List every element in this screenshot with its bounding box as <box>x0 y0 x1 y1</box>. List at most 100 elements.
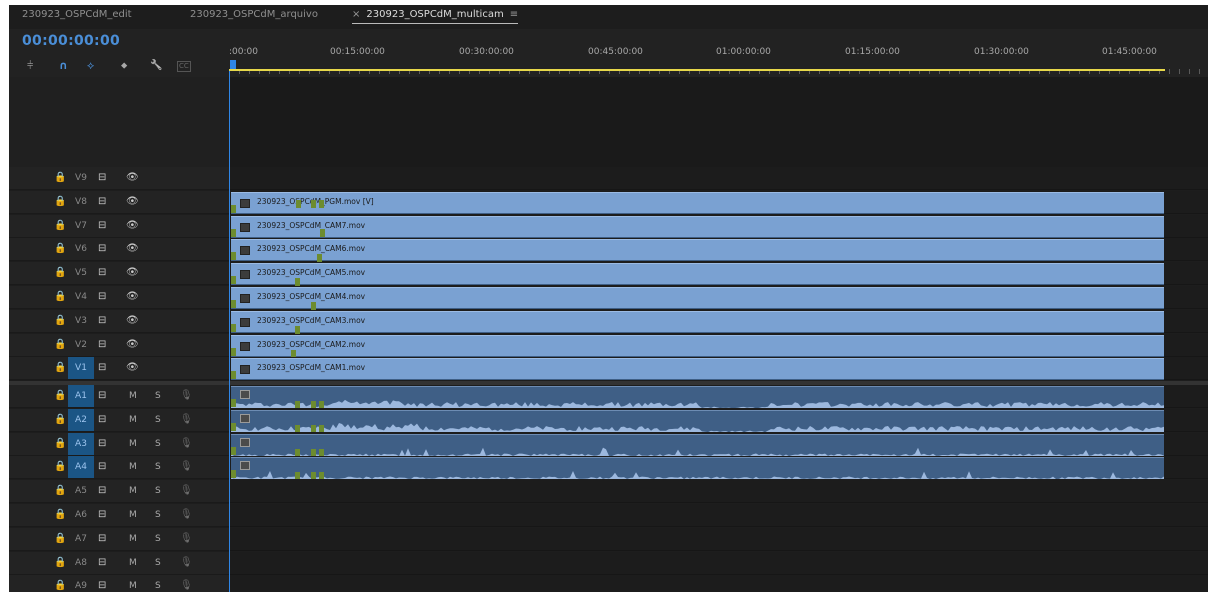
eye-icon[interactable]: 👁 <box>126 357 139 379</box>
track-target-a8[interactable]: A8 <box>68 552 94 574</box>
sync-lock-icon[interactable]: ⊟ <box>98 504 106 526</box>
linked-selection-icon[interactable]: ⟡ <box>87 60 94 72</box>
clip-marker[interactable] <box>295 278 300 287</box>
track-target-v7[interactable]: V7 <box>68 215 94 237</box>
clip-marker[interactable] <box>291 349 296 358</box>
video-clip[interactable]: 230923_OSPCdM_PGM.mov [V] <box>231 191 1164 214</box>
close-icon[interactable]: × <box>352 9 360 20</box>
time-ruler[interactable]: :00:00 00:15:00:00 00:30:00:00 00:45:00:… <box>229 29 1208 77</box>
video-clip[interactable]: 230923_OSPCdM_CAM4.mov <box>231 287 1164 310</box>
clip-marker[interactable] <box>231 347 236 356</box>
solo-button[interactable]: S <box>155 456 161 478</box>
clip-marker[interactable] <box>319 401 324 408</box>
sync-lock-icon[interactable]: ⊟ <box>98 262 106 284</box>
lock-icon[interactable]: 🔒 <box>54 552 66 574</box>
clip-marker[interactable] <box>311 448 316 456</box>
solo-button[interactable]: S <box>155 409 161 431</box>
snap-icon[interactable]: ∩ <box>59 60 68 72</box>
eye-icon[interactable]: 👁 <box>126 334 139 356</box>
playhead-handle[interactable] <box>230 60 236 69</box>
sync-lock-icon[interactable]: ⊟ <box>98 456 106 478</box>
lock-icon[interactable]: 🔒 <box>54 238 66 260</box>
lock-icon[interactable]: 🔒 <box>54 480 66 502</box>
video-clip[interactable]: 230923_OSPCdM_CAM2.mov <box>231 334 1164 358</box>
track-target-v4[interactable]: V4 <box>68 286 94 308</box>
track-lane-a6[interactable] <box>229 504 1208 527</box>
track-target-v5[interactable]: V5 <box>68 262 94 284</box>
work-area-bar[interactable] <box>229 69 1165 71</box>
track-target-a1[interactable]: A1 <box>68 385 94 407</box>
track-target-a3[interactable]: A3 <box>68 432 94 455</box>
track-lane-a8[interactable] <box>229 551 1208 575</box>
eye-icon[interactable]: 👁 <box>126 215 139 237</box>
voiceover-mic-icon[interactable]: 🎙 <box>180 480 193 502</box>
mute-button[interactable]: M <box>129 433 137 455</box>
lock-icon[interactable]: 🔒 <box>54 334 66 356</box>
lock-icon[interactable]: 🔒 <box>54 385 66 407</box>
lock-icon[interactable]: 🔒 <box>54 310 66 332</box>
solo-button[interactable]: S <box>155 552 161 574</box>
clip-marker[interactable] <box>319 424 324 432</box>
timeline-empty-area[interactable] <box>229 77 1208 167</box>
audio-clip[interactable] <box>231 457 1164 480</box>
solo-button[interactable]: S <box>155 433 161 455</box>
video-clip[interactable]: 230923_OSPCdM_CAM1.mov <box>231 358 1164 381</box>
video-audio-divider[interactable] <box>9 381 1208 385</box>
clip-marker[interactable] <box>295 424 300 432</box>
track-target-v2[interactable]: V2 <box>68 334 94 356</box>
captions-icon[interactable]: CC <box>177 61 191 72</box>
track-target-v6[interactable]: V6 <box>68 238 94 260</box>
mute-button[interactable]: M <box>129 409 137 431</box>
clip-marker[interactable] <box>317 254 322 263</box>
lock-icon[interactable]: 🔒 <box>54 456 66 478</box>
mute-button[interactable]: M <box>129 456 137 478</box>
clip-marker[interactable] <box>319 199 324 208</box>
lock-icon[interactable]: 🔒 <box>54 575 66 592</box>
clip-marker[interactable] <box>319 472 324 480</box>
lock-icon[interactable]: 🔒 <box>54 528 66 550</box>
track-target-a2[interactable]: A2 <box>68 408 94 431</box>
mute-button[interactable]: M <box>129 552 137 574</box>
sync-lock-icon[interactable]: ⊟ <box>98 433 106 455</box>
sync-lock-icon[interactable]: ⊟ <box>98 409 106 431</box>
sync-lock-icon[interactable]: ⊟ <box>98 191 106 213</box>
solo-button[interactable]: S <box>155 504 161 526</box>
mute-button[interactable]: M <box>129 480 137 502</box>
lock-icon[interactable]: 🔒 <box>54 215 66 237</box>
eye-icon[interactable]: 👁 <box>126 262 139 284</box>
clip-marker[interactable] <box>231 300 236 308</box>
clip-marker[interactable] <box>320 228 325 237</box>
eye-icon[interactable]: 👁 <box>126 238 139 260</box>
sync-lock-icon[interactable]: ⊟ <box>98 286 106 308</box>
insert-nest-icon[interactable]: ⫩ <box>27 60 33 72</box>
clip-marker[interactable] <box>231 422 236 431</box>
playhead-timecode[interactable]: 00:00:00:00 <box>22 33 120 49</box>
clip-marker[interactable] <box>295 325 300 334</box>
track-target-v1[interactable]: V1 <box>68 357 94 380</box>
tab-230923-ospcdm-multicam[interactable]: × 230923_OSPCdM_multicam ≡ <box>352 9 519 24</box>
mute-button[interactable]: M <box>129 385 137 407</box>
voiceover-mic-icon[interactable]: 🎙 <box>180 504 193 526</box>
tab-230923-ospcdm-arquivo[interactable]: 230923_OSPCdM_arquivo <box>190 9 318 20</box>
sync-lock-icon[interactable]: ⊟ <box>98 215 106 237</box>
voiceover-mic-icon[interactable]: 🎙 <box>180 409 193 431</box>
lock-icon[interactable]: 🔒 <box>54 286 66 308</box>
lock-icon[interactable]: 🔒 <box>54 433 66 455</box>
voiceover-mic-icon[interactable]: 🎙 <box>180 528 193 550</box>
clip-marker[interactable] <box>231 371 236 380</box>
audio-clip[interactable] <box>231 433 1164 456</box>
panel-menu-icon[interactable]: ≡ <box>510 9 518 20</box>
clip-marker[interactable] <box>231 470 236 479</box>
clip-marker[interactable] <box>296 199 301 208</box>
audio-clip[interactable] <box>231 409 1164 432</box>
track-target-a4[interactable]: A4 <box>68 456 94 479</box>
track-target-a7[interactable]: A7 <box>68 528 94 550</box>
eye-icon[interactable]: 👁 <box>126 191 139 213</box>
track-target-v9[interactable]: V9 <box>68 167 94 189</box>
track-lane-a7[interactable] <box>229 527 1208 551</box>
sync-lock-icon[interactable]: ⊟ <box>98 310 106 332</box>
eye-icon[interactable]: 👁 <box>126 286 139 308</box>
clip-marker[interactable] <box>311 401 316 408</box>
clip-marker[interactable] <box>311 302 316 310</box>
eye-icon[interactable]: 👁 <box>126 167 139 189</box>
